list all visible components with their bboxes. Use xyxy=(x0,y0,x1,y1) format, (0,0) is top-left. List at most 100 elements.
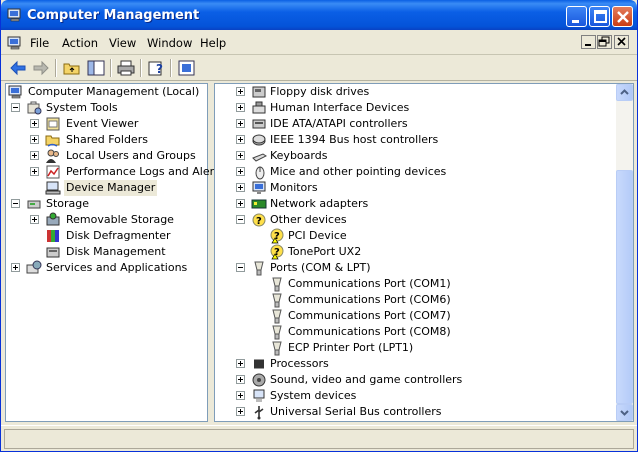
up-folder-icon[interactable] xyxy=(61,58,83,78)
toolbar-separator xyxy=(110,59,112,77)
event-viewer-icon xyxy=(46,117,60,131)
toolbar-separator xyxy=(55,59,57,77)
mdi-close-button[interactable] xyxy=(614,35,629,49)
status-panel xyxy=(4,429,634,449)
menu-action[interactable]: Action xyxy=(62,36,98,50)
vertical-scrollbar[interactable] xyxy=(616,84,633,421)
expand-icon[interactable] xyxy=(30,151,39,160)
expand-icon[interactable] xyxy=(236,87,245,96)
close-icon xyxy=(617,11,629,23)
port-icon xyxy=(272,309,282,324)
device-label: Floppy disk drives xyxy=(270,85,370,98)
expand-icon[interactable] xyxy=(30,135,39,144)
arrow-up-icon xyxy=(620,89,629,95)
mdi-restore-button[interactable] xyxy=(597,35,612,49)
device-label: IDE ATA/ATAPI controllers xyxy=(270,117,408,130)
monitor-icon xyxy=(252,181,266,194)
mdi-minimize-button[interactable] xyxy=(581,35,596,49)
expand-icon[interactable] xyxy=(236,359,245,368)
expand-icon[interactable] xyxy=(30,215,39,224)
print-icon[interactable] xyxy=(115,58,137,78)
restore-icon xyxy=(598,36,610,47)
unknown-device-icon: ? xyxy=(252,213,266,227)
show-hide-tree-icon[interactable] xyxy=(85,58,107,78)
menu-file[interactable]: File xyxy=(30,36,49,50)
device-label: IEEE 1394 Bus host controllers xyxy=(270,133,439,146)
tree-label: Device Manager xyxy=(64,180,158,196)
title-bar[interactable]: Computer Management xyxy=(1,0,637,30)
device-label: TonePort UX2 xyxy=(288,245,362,258)
tree-label: Disk Management xyxy=(66,245,166,258)
unknown-device-warning-icon: ? xyxy=(270,228,284,244)
minimize-button[interactable] xyxy=(566,6,587,27)
device-label: Sound, video and game controllers xyxy=(270,373,463,386)
ieee1394-icon xyxy=(252,134,266,146)
collapse-icon[interactable] xyxy=(236,263,245,272)
collapse-icon[interactable] xyxy=(11,199,20,208)
expand-icon[interactable] xyxy=(236,103,245,112)
tree-label: Computer Management (Local) xyxy=(28,85,200,98)
disk-management-icon xyxy=(46,247,60,258)
expand-icon[interactable] xyxy=(11,263,20,272)
shared-folder-icon xyxy=(45,135,60,147)
menu-help[interactable]: Help xyxy=(200,36,226,50)
document-window-icon[interactable] xyxy=(7,35,23,51)
device-label: Communications Port (COM1) xyxy=(288,277,451,290)
console-tree-pane[interactable]: Computer Management (Local) System Tools… xyxy=(5,83,224,422)
expand-icon[interactable] xyxy=(236,391,245,400)
device-tree-pane[interactable]: Floppy disk drives Human Interface Device… xyxy=(214,83,634,422)
expand-icon[interactable] xyxy=(236,135,245,144)
back-icon[interactable] xyxy=(7,58,29,78)
storage-icon xyxy=(27,200,41,209)
tree-label: Disk Defragmenter xyxy=(66,229,171,242)
close-button[interactable] xyxy=(612,6,633,27)
scroll-up-button[interactable] xyxy=(616,84,633,101)
window: Computer Management File Action View Win… xyxy=(0,0,638,452)
device-label: Human Interface Devices xyxy=(270,101,410,114)
close-icon xyxy=(617,37,626,46)
unknown-device-warning-icon: ? xyxy=(270,244,284,260)
tree-label: Performance Logs and Alerts xyxy=(66,165,225,178)
scroll-down-button[interactable] xyxy=(616,404,633,421)
ide-controller-icon xyxy=(252,119,266,129)
tree-label: Shared Folders xyxy=(66,133,148,146)
tree-label: Removable Storage xyxy=(66,213,174,226)
properties-icon[interactable] xyxy=(176,58,198,78)
expand-icon[interactable] xyxy=(236,199,245,208)
collapse-icon[interactable] xyxy=(236,215,245,224)
expand-icon[interactable] xyxy=(236,407,245,416)
expand-icon[interactable] xyxy=(30,119,39,128)
expand-icon[interactable] xyxy=(236,183,245,192)
device-label: Universal Serial Bus controllers xyxy=(270,405,442,418)
minimize-icon xyxy=(572,20,579,23)
tree-label: Local Users and Groups xyxy=(66,149,196,162)
collapse-icon[interactable] xyxy=(11,103,20,112)
expand-icon[interactable] xyxy=(236,119,245,128)
device-label: PCI Device xyxy=(288,229,347,242)
expand-icon[interactable] xyxy=(236,151,245,160)
menu-view[interactable]: View xyxy=(109,36,136,50)
scroll-thumb[interactable] xyxy=(616,170,633,404)
device-label: System devices xyxy=(270,389,357,402)
device-label: Ports (COM & LPT) xyxy=(270,261,371,274)
system-tools-icon xyxy=(27,101,42,115)
status-bar xyxy=(1,425,637,451)
expand-icon[interactable] xyxy=(30,167,39,176)
processor-icon xyxy=(254,359,264,369)
performance-logs-icon xyxy=(46,165,60,179)
computer-management-icon xyxy=(7,8,21,22)
maximize-button[interactable] xyxy=(589,6,610,27)
toolbar-separator xyxy=(170,59,172,77)
menu-window[interactable]: Window xyxy=(147,36,192,50)
users-icon xyxy=(46,149,59,163)
port-icon xyxy=(254,261,264,276)
svg-text:?: ? xyxy=(156,62,163,76)
expand-icon[interactable] xyxy=(236,375,245,384)
help-icon[interactable]: ? xyxy=(145,58,167,78)
system-device-icon xyxy=(253,389,265,402)
tree-label: Services and Applications xyxy=(46,261,188,274)
network-adapter-icon xyxy=(251,199,267,209)
forward-icon[interactable] xyxy=(30,58,52,78)
expand-icon[interactable] xyxy=(236,167,245,176)
tree-label: System Tools xyxy=(46,101,118,114)
